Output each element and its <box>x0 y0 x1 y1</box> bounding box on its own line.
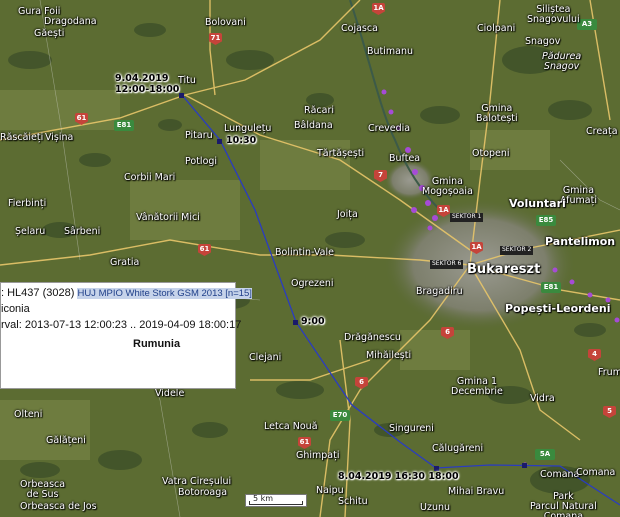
place-label: Popești-Leordeni <box>505 302 611 315</box>
sector-label: SEKTOR 2 <box>500 246 534 255</box>
place-label: Comana <box>576 467 616 478</box>
sector-label: SEKTOR 1 <box>450 213 484 222</box>
road-shield: E81 <box>114 120 134 131</box>
track-time-label: 9.04.2019 12:00-18:00 <box>115 73 180 95</box>
place-label: Pădurea Snagov <box>542 51 582 72</box>
place-label: Orbeasca de Sus <box>20 479 66 500</box>
place-label: Voluntari <box>509 197 566 210</box>
track-time-label: 8.04.2019 16:30 18:00 <box>338 471 459 482</box>
place-label: Letca Nouă <box>264 421 318 432</box>
place-label: Gmina Balotești <box>476 103 518 124</box>
place-label: Dragodana <box>44 16 97 27</box>
road-shield: 5A <box>535 449 555 460</box>
place-label: Vișina <box>45 132 74 143</box>
place-label: Șelaru <box>15 226 46 237</box>
road-shield: A3 <box>577 19 597 30</box>
place-label: Olteni <box>14 409 43 420</box>
place-label: Comana <box>540 469 580 480</box>
place-label: Lungulețu <box>224 123 272 134</box>
sector-label: SEKTOR 6 <box>430 260 464 269</box>
place-label: Răscăieți <box>0 132 44 143</box>
place-label: Cojasca <box>341 23 378 34</box>
info-id-row: : HL437 (3028) HUJ MPIO White Stork GSM … <box>1 287 252 299</box>
place-label: Vidra <box>530 393 555 404</box>
place-label: Naipu <box>316 485 344 496</box>
place-label: Botoroaga <box>178 487 228 498</box>
place-label: Frum <box>598 367 620 378</box>
place-label: Sârbeni <box>64 226 101 237</box>
place-label: Uzunu <box>420 502 451 513</box>
place-label: Bolintin-Vale <box>275 247 334 258</box>
place-label: Bâldana <box>294 120 333 131</box>
road-shield: E85 <box>536 215 556 226</box>
place-label: Orbeasca de Jos <box>20 501 97 512</box>
satellite-map[interactable]: 71 E81 61 7 61 1A 1A E85 A3 6 6 E70 61 5… <box>0 0 620 517</box>
place-label: Tărtășești <box>317 148 365 159</box>
info-id-text: : HL437 (3028) <box>1 287 75 299</box>
info-country-text: Rumunia <box>133 338 181 350</box>
place-label: Pantelimon <box>545 235 616 248</box>
place-label: Răcari <box>304 105 335 116</box>
info-species-text: iconia <box>1 303 30 315</box>
place-label: Ghimpați <box>296 450 340 461</box>
place-label: Joița <box>337 209 358 220</box>
place-label: Potlogi <box>185 156 218 167</box>
place-label: Singureni <box>389 423 434 434</box>
place-label: Siliștea Snagovului <box>527 4 580 25</box>
study-name-highlight[interactable]: HUJ MPIO White Stork GSM 2013 [n=15] <box>77 288 252 299</box>
place-label: Pitaru <box>185 130 213 141</box>
place-label: Corbii Mari <box>124 172 176 183</box>
info-interval-text: rval: 2013-07-13 12:00:23 .. 2019-04-09 … <box>1 319 242 331</box>
scale-bar: 5 km <box>245 494 307 507</box>
place-label: Park Parcul Natural Comana <box>530 491 597 517</box>
place-label: Găești <box>34 28 65 39</box>
place-label: Crevedia <box>368 123 411 134</box>
place-label: Vânătorii Mici <box>136 212 200 223</box>
place-label: Buftea <box>389 153 421 164</box>
place-label: Ogrezeni <box>291 278 334 289</box>
place-label: Gălățeni <box>46 435 86 446</box>
place-label: Gmina Mogoșoaia <box>422 176 473 197</box>
scale-bar-label: 5 km <box>253 494 274 503</box>
place-label: Creața <box>586 126 618 137</box>
place-label: Titu <box>178 75 196 86</box>
place-label: Gratia <box>110 257 140 268</box>
place-label: Fierbinți <box>8 198 47 209</box>
place-label: Bukareszt <box>467 262 541 277</box>
place-label: Schitu <box>338 496 368 507</box>
place-label: Mihăilești <box>366 350 412 361</box>
track-time-label: 9:00 <box>301 316 325 327</box>
place-label: Gmina 1 Decembrie <box>451 376 503 397</box>
road-shield: E70 <box>330 410 350 421</box>
place-label: Butimanu <box>367 46 414 57</box>
place-label: Bolovani <box>205 17 246 28</box>
place-label: Ciolpani <box>477 23 516 34</box>
place-label: Călugăreni <box>432 443 484 454</box>
place-label: Otopeni <box>472 148 510 159</box>
track-time-label: 10:30 <box>226 135 257 146</box>
place-label: Bragadiru <box>416 286 463 297</box>
place-label: Snagov <box>525 36 561 47</box>
track-info-popup[interactable]: : HL437 (3028) HUJ MPIO White Stork GSM … <box>0 282 252 389</box>
place-label: Mihai Bravu <box>448 486 505 497</box>
place-label: Drăgănescu <box>344 332 401 343</box>
road-shield: E81 <box>541 282 561 293</box>
place-label: Clejani <box>249 352 282 363</box>
place-label: Vatra Cireșului <box>162 476 232 487</box>
place-label: Videle <box>155 388 185 399</box>
